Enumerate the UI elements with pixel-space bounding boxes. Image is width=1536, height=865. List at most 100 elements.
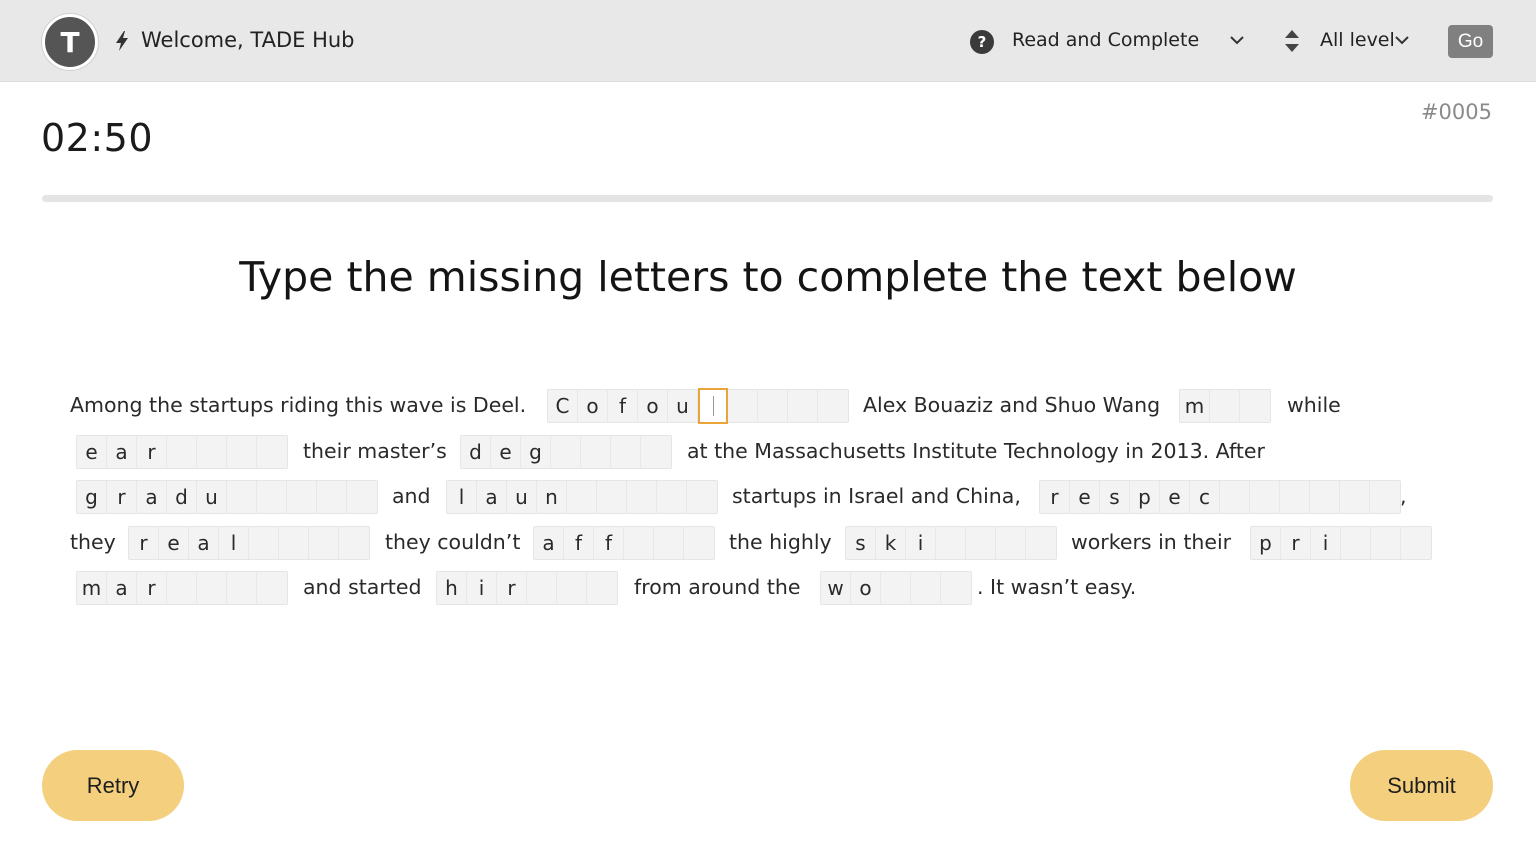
letter-input[interactable] (339, 527, 369, 559)
letter-input[interactable] (996, 527, 1026, 559)
word-gap[interactable]: laun (446, 480, 718, 514)
given-letter: r (497, 572, 527, 604)
word-gap[interactable]: gradu (76, 480, 378, 514)
letter-input[interactable] (309, 527, 339, 559)
sort-icon[interactable] (1282, 28, 1302, 54)
letter-input[interactable] (758, 390, 788, 422)
letter-input[interactable] (287, 481, 317, 513)
help-icon[interactable]: ? (970, 30, 994, 54)
letter-input[interactable] (1310, 481, 1340, 513)
avatar[interactable]: T (42, 14, 98, 70)
letter-input[interactable] (1341, 527, 1371, 559)
given-letter: p (1251, 527, 1281, 559)
letter-input[interactable] (788, 390, 818, 422)
given-letter: e (1160, 481, 1190, 513)
letter-input[interactable] (687, 481, 717, 513)
letter-input[interactable] (227, 436, 257, 468)
letter-input[interactable] (1340, 481, 1370, 513)
given-letter: f (608, 390, 638, 422)
passage-text: at the Massachusetts Institute Technolog… (687, 439, 1265, 463)
letter-input[interactable] (197, 436, 227, 468)
given-letter: r (1040, 481, 1070, 513)
letter-input[interactable] (567, 481, 597, 513)
word-gap[interactable]: ear (76, 435, 288, 469)
letter-input[interactable] (627, 481, 657, 513)
letter-input[interactable] (941, 572, 971, 604)
letter-input[interactable] (641, 436, 671, 468)
word-gap[interactable]: real (128, 526, 370, 560)
letter-input[interactable] (551, 436, 581, 468)
given-letter: a (137, 481, 167, 513)
given-letter: m (1180, 390, 1210, 422)
letter-input[interactable] (654, 527, 684, 559)
passage-text: the highly (729, 530, 832, 554)
word-gap[interactable]: pri (1250, 526, 1432, 560)
letter-input[interactable] (1250, 481, 1280, 513)
letter-input[interactable] (279, 527, 309, 559)
letter-input[interactable] (557, 572, 587, 604)
letter-input[interactable] (347, 481, 377, 513)
letter-input[interactable] (227, 481, 257, 513)
letter-input[interactable] (527, 572, 557, 604)
given-letter: f (594, 527, 624, 559)
letter-input[interactable] (249, 527, 279, 559)
instruction-heading: Type the missing letters to complete the… (239, 253, 1297, 301)
letter-input[interactable] (197, 572, 227, 604)
letter-input[interactable] (257, 481, 287, 513)
letter-input[interactable] (257, 572, 287, 604)
letter-input[interactable] (587, 572, 617, 604)
letter-input[interactable] (728, 390, 758, 422)
chevron-down-icon[interactable] (1394, 33, 1410, 47)
letter-input[interactable] (1401, 527, 1431, 559)
letter-input[interactable] (167, 572, 197, 604)
word-gap[interactable]: deg (460, 435, 672, 469)
letter-input[interactable] (1370, 481, 1400, 513)
mode-select[interactable]: Read and Complete (1012, 29, 1199, 51)
letter-input[interactable] (167, 436, 197, 468)
top-bar: T Welcome, TADE Hub ? Read and Complete … (0, 0, 1536, 82)
passage-text: they couldn’t (385, 530, 521, 554)
word-gap[interactable]: wo (820, 571, 972, 605)
letter-input[interactable] (911, 572, 941, 604)
letter-input[interactable] (936, 527, 966, 559)
given-letter: k (876, 527, 906, 559)
word-gap[interactable]: aff (533, 526, 715, 560)
letter-input[interactable] (1240, 390, 1270, 422)
letter-input[interactable] (657, 481, 687, 513)
go-button[interactable]: Go (1448, 25, 1493, 58)
letter-input[interactable] (227, 572, 257, 604)
word-gap[interactable]: mar (76, 571, 288, 605)
given-letter: s (1100, 481, 1130, 513)
letter-input-active[interactable] (698, 388, 728, 424)
level-select[interactable]: All level (1320, 29, 1395, 51)
letter-input[interactable] (611, 436, 641, 468)
letter-input[interactable] (684, 527, 714, 559)
word-gap[interactable]: Cofou (547, 388, 849, 424)
given-letter: l (219, 527, 249, 559)
letter-input[interactable] (881, 572, 911, 604)
given-letter: d (167, 481, 197, 513)
letter-input[interactable] (966, 527, 996, 559)
word-gap[interactable]: hir (436, 571, 618, 605)
letter-input[interactable] (624, 527, 654, 559)
retry-button[interactable]: Retry (42, 750, 184, 821)
passage-text: Among the startups riding this wave is D… (70, 393, 527, 417)
letter-input[interactable] (1210, 390, 1240, 422)
word-gap[interactable]: respec (1039, 480, 1401, 514)
letter-input[interactable] (257, 436, 287, 468)
letter-input[interactable] (317, 481, 347, 513)
letter-input[interactable] (597, 481, 627, 513)
submit-button[interactable]: Submit (1350, 750, 1493, 821)
letter-input[interactable] (818, 390, 848, 422)
timer: 02:50 (41, 116, 154, 160)
letter-input[interactable] (1220, 481, 1250, 513)
word-gap[interactable]: m (1179, 389, 1271, 423)
letter-input[interactable] (1371, 527, 1401, 559)
letter-input[interactable] (581, 436, 611, 468)
letter-input[interactable] (1280, 481, 1310, 513)
given-letter: u (507, 481, 537, 513)
word-gap[interactable]: ski (845, 526, 1057, 560)
given-letter: e (77, 436, 107, 468)
chevron-down-icon[interactable] (1228, 33, 1246, 47)
letter-input[interactable] (1026, 527, 1056, 559)
